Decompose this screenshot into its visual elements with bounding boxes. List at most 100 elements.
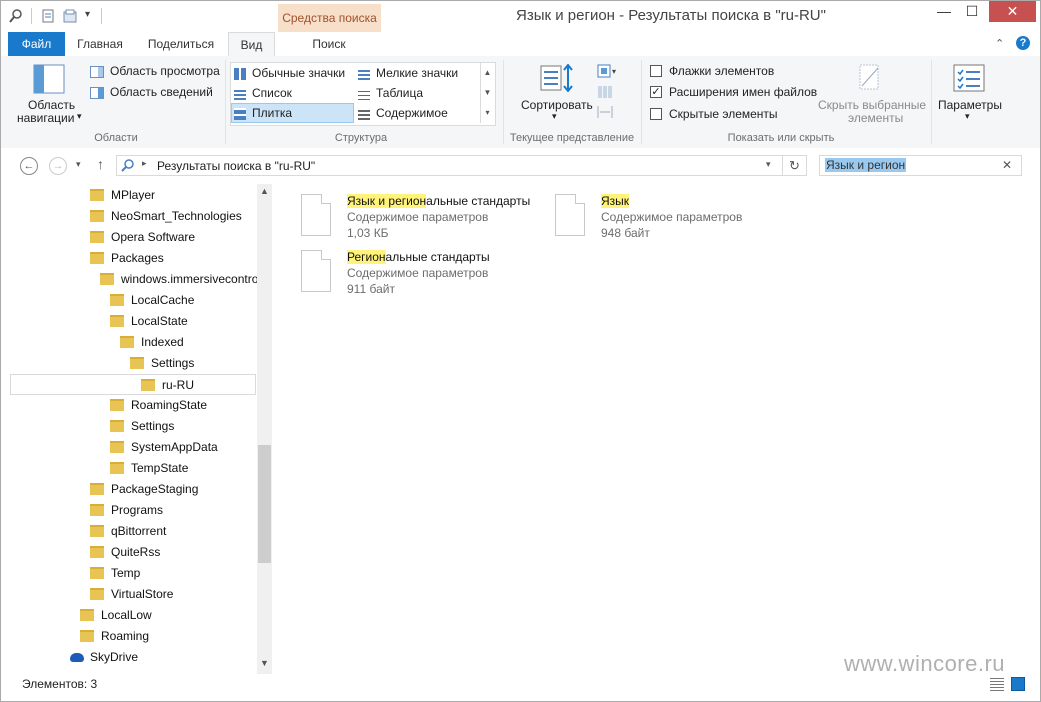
tree-item[interactable]: ru-RU (10, 374, 256, 395)
tree-item[interactable]: LocalState (110, 311, 188, 332)
help-icon[interactable]: ? (1016, 36, 1030, 50)
tree-item[interactable]: Programs (90, 500, 163, 521)
forward-icon[interactable]: → (49, 157, 67, 175)
folder-icon (110, 314, 124, 327)
group-by-icon[interactable]: ▾ (597, 64, 619, 78)
hidden-items-checkbox[interactable] (650, 108, 662, 120)
properties-icon[interactable] (41, 9, 55, 23)
details-pane-icon (90, 86, 104, 99)
tree-scrollbar[interactable]: ▲ ▼ (257, 184, 272, 674)
tree-item[interactable]: Settings (110, 416, 174, 437)
tree-item[interactable]: Opera Software (90, 227, 195, 248)
result-item[interactable]: Язык и региональные стандарты Содержимое… (301, 194, 541, 246)
scrollbar-thumb[interactable] (258, 445, 271, 563)
item-checkboxes-checkbox[interactable] (650, 65, 662, 77)
scroll-up-icon[interactable]: ▲ (260, 186, 269, 196)
name-match: Регион (347, 250, 386, 264)
svg-text:▾: ▾ (612, 67, 616, 76)
tree-item-label: Opera Software (111, 230, 196, 244)
breadcrumb[interactable]: Результаты поиска в "ru-RU" (157, 159, 315, 173)
tree-item[interactable]: windows.immersivecontro (100, 269, 258, 290)
result-item[interactable]: Региональные стандарты Содержимое параме… (301, 250, 541, 302)
tree-item-label: Settings (151, 356, 195, 370)
layout-list[interactable]: Список (234, 86, 292, 100)
tree-item[interactable]: RoamingState (110, 395, 207, 416)
hide-selected-label-2: элементы (848, 111, 904, 125)
search-input[interactable]: Язык и регион (825, 158, 907, 172)
new-folder-icon[interactable] (63, 9, 77, 23)
search-tool-icon[interactable] (9, 9, 23, 23)
details-view-icon[interactable] (990, 678, 1004, 691)
layout-tiles[interactable]: Плитка (234, 106, 292, 120)
tree-item[interactable]: qBittorrent (90, 521, 166, 542)
nav-pane-label-2: навигации (17, 111, 75, 125)
close-button[interactable]: ✕ (989, 1, 1036, 22)
tab-search[interactable]: Поиск (281, 32, 377, 56)
minimize-button[interactable]: — (931, 1, 957, 22)
qat-dropdown-icon[interactable]: ▾ (85, 9, 90, 20)
tree-item-label: Settings (131, 419, 175, 433)
recent-locations-icon[interactable]: ▾ (76, 159, 81, 170)
breadcrumb-arrow-icon[interactable]: ▸ (142, 158, 147, 169)
ribbon-separator (225, 60, 226, 144)
tree-item[interactable]: MPlayer (90, 185, 155, 206)
result-type: Содержимое параметров (347, 210, 489, 224)
ribbon-separator (641, 60, 642, 144)
group-label-layout: Структура (334, 132, 388, 144)
tree-item[interactable]: Indexed (120, 332, 184, 353)
refresh-icon[interactable]: ↻ (783, 155, 807, 176)
tree-item[interactable]: SkyDrive (70, 647, 138, 668)
collapse-ribbon-icon[interactable]: ⌃ (995, 37, 1004, 50)
size-columns-icon (597, 106, 613, 118)
document-icon (301, 250, 331, 292)
layout-small-icons[interactable]: Мелкие значки (358, 66, 458, 80)
tree-item[interactable]: Temp (90, 563, 140, 584)
tab-share[interactable]: Поделиться (141, 32, 221, 56)
file-extensions-checkbox[interactable]: ✓ (650, 86, 662, 98)
tree-item[interactable]: TempState (110, 458, 188, 479)
tree-item[interactable]: QuiteRss (90, 542, 160, 563)
result-name: Язык и региональные стандарты (347, 194, 530, 208)
up-icon[interactable]: ↑ (97, 156, 104, 172)
folder-icon (90, 188, 104, 201)
folder-icon (90, 251, 104, 264)
medium-icons-icon (234, 67, 246, 80)
tree-item[interactable]: NeoSmart_Technologies (90, 206, 242, 227)
search-box[interactable]: Язык и регион ✕ (819, 155, 1022, 176)
folder-icon (130, 356, 144, 369)
tree-item[interactable]: Packages (90, 248, 164, 269)
sort-label: Сортировать (521, 98, 593, 112)
back-icon[interactable]: ← (20, 157, 38, 175)
group-label-panes: Области (94, 132, 138, 144)
tree-item[interactable]: SystemAppData (110, 437, 218, 458)
tree-item[interactable]: Settings (130, 353, 194, 374)
layout-details[interactable]: Таблица (358, 86, 423, 100)
item-checkboxes-label: Флажки элементов (669, 64, 775, 78)
large-icons-view-icon[interactable] (1011, 677, 1025, 691)
maximize-button[interactable]: ☐ (959, 1, 985, 22)
address-dropdown-icon[interactable]: ▾ (766, 159, 771, 170)
tab-home[interactable]: Главная (69, 32, 131, 56)
details-pane-button[interactable]: Область сведений (90, 85, 213, 99)
watermark: www.wincore.ru (844, 651, 1006, 676)
result-item[interactable]: Язык Содержимое параметров 948 байт (555, 194, 755, 246)
tree-item[interactable]: PackageStaging (90, 479, 198, 500)
folder-icon (80, 629, 94, 642)
preview-pane-button[interactable]: Область просмотра (90, 64, 220, 78)
tree-item[interactable]: Roaming (80, 626, 149, 647)
details-pane-label: Область сведений (110, 85, 213, 99)
gallery-scroll[interactable]: ▲ ▼ ▾ (480, 63, 494, 123)
layout-content[interactable]: Содержимое (358, 106, 448, 120)
name-match: Язык (601, 194, 630, 208)
tree-item[interactable]: VirtualStore (90, 584, 173, 605)
layout-medium-icons[interactable]: Обычные значки (234, 66, 345, 80)
clear-search-icon[interactable]: ✕ (1002, 158, 1012, 172)
result-name: Региональные стандарты (347, 250, 490, 264)
scroll-down-icon[interactable]: ▼ (260, 658, 269, 668)
tab-view[interactable]: Вид (228, 32, 275, 56)
address-bar[interactable]: ▸ Результаты поиска в "ru-RU" ▾ (116, 155, 783, 176)
tree-item-label: Packages (111, 251, 164, 265)
folder-icon (110, 419, 124, 432)
tree-item[interactable]: LocalCache (110, 290, 194, 311)
tree-item[interactable]: LocalLow (80, 605, 152, 626)
